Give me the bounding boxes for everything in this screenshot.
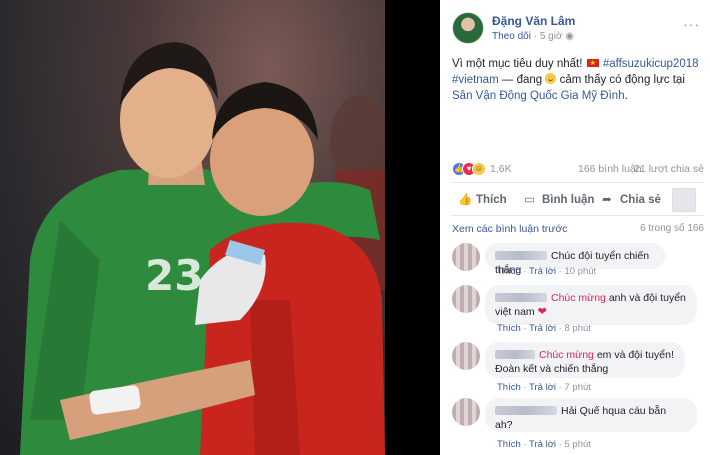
action-bar: 👍 Thích ▭ Bình luận ➦ Chia sẻ bbox=[452, 182, 704, 216]
post-side-panel: Đặng Văn Lâm Theo dõi · 5 giờ ◉ ··· Vì m… bbox=[440, 0, 710, 455]
comment-bubble: Chúc mừng em và đội tuyển! Đoàn kết và c… bbox=[485, 342, 685, 378]
caption-text-1: Vì một mục tiêu duy nhất! bbox=[452, 58, 583, 70]
comment-time: 8 phút bbox=[564, 323, 591, 334]
comment-bubble: Chúc mừng anh và đội tuyển việt nam ❤ bbox=[485, 285, 697, 325]
share-button[interactable]: ➦ Chia sẻ bbox=[602, 192, 661, 206]
comment-actions: Thích · Trả lời · 5 phút bbox=[497, 439, 591, 450]
comment-highlight: Chúc mừng bbox=[539, 349, 594, 361]
comment-actions: Thích · Trả lời · 7 phút bbox=[497, 382, 591, 393]
view-previous-comments-link[interactable]: Xem các bình luận trước bbox=[452, 223, 567, 235]
comment-text-line2: Đoàn kết và chiến thắng bbox=[495, 363, 609, 375]
haha-reaction-icon: ☺ bbox=[472, 162, 486, 176]
comment-like-link[interactable]: Thích bbox=[497, 382, 521, 393]
more-dots-icon[interactable]: ··· bbox=[683, 16, 700, 32]
commenter-avatar[interactable] bbox=[452, 342, 480, 370]
comment-reply-link[interactable]: Trả lời bbox=[529, 439, 556, 450]
post-header: Đặng Văn Lâm Theo dõi · 5 giờ ◉ ··· bbox=[452, 12, 702, 46]
comment-reply-link[interactable]: Trả lời bbox=[529, 382, 556, 393]
comment-text-line2: việt nam bbox=[495, 306, 535, 318]
place-link[interactable]: Sân Vận Động Quốc Gia Mỹ Đình bbox=[452, 90, 625, 102]
commenter-name-redacted bbox=[495, 293, 547, 302]
follow-link[interactable]: Theo dõi bbox=[492, 31, 531, 42]
comment-text: Hải Quế hqua cáu bẵn bbox=[561, 405, 667, 417]
viewer-avatar[interactable] bbox=[672, 188, 696, 212]
share-label: Chia sẻ bbox=[620, 194, 661, 206]
hashtag-affsuzukicup2018[interactable]: #affsuzukicup2018 bbox=[603, 58, 699, 70]
comment-highlight: Chúc mừng bbox=[551, 292, 606, 304]
comment-reply-link[interactable]: Trả lời bbox=[529, 323, 556, 334]
commenter-avatar[interactable] bbox=[452, 398, 480, 426]
comment-label: Bình luận bbox=[542, 194, 595, 206]
comment-text-line2: ah? bbox=[495, 419, 513, 431]
comment-like-link[interactable]: Thích bbox=[497, 266, 521, 277]
vietnam-flag-icon bbox=[586, 56, 599, 72]
comment-time: 5 phút bbox=[564, 439, 591, 450]
reaction-count[interactable]: 1,6K bbox=[490, 163, 512, 175]
commenter-name-redacted bbox=[495, 406, 557, 415]
caption-end: . bbox=[624, 90, 628, 102]
jersey-number: 23 bbox=[145, 251, 203, 300]
comments-shown-count: 6 trong số 166 bbox=[640, 223, 704, 234]
share-count[interactable]: 21 lượt chia sẻ bbox=[634, 163, 704, 175]
photo-viewer-gap bbox=[385, 0, 440, 455]
post-photo[interactable]: 23 bbox=[0, 0, 385, 455]
comment-count[interactable]: 166 bình luận bbox=[578, 163, 642, 175]
comment-like-link[interactable]: Thích bbox=[497, 439, 521, 450]
commenter-avatar[interactable] bbox=[452, 285, 480, 313]
caption-text-3: cảm thấy có động lực tại bbox=[559, 74, 685, 86]
commenter-name-redacted bbox=[495, 350, 535, 359]
author-name[interactable]: Đặng Văn Lâm bbox=[492, 14, 575, 28]
globe-icon: ◉ bbox=[565, 31, 575, 42]
comment-actions: Thích · Trả lời · 8 phút bbox=[497, 323, 591, 334]
players-illustration: 23 bbox=[20, 42, 385, 455]
comment-actions: Thích · Trả lời · 10 phút bbox=[497, 266, 597, 277]
comment-reply-link[interactable]: Trả lời bbox=[529, 266, 556, 277]
comment-bubble: Hải Quế hqua cáu bẵn ah? bbox=[485, 398, 697, 432]
post-caption: Vì một mục tiêu duy nhất! #affsuzukicup2… bbox=[452, 56, 704, 104]
post-stats: 👍 ♥ ☺ 1,6K 166 bình luận 21 lượt chia sẻ bbox=[452, 160, 704, 178]
post-meta: Theo dõi · 5 giờ ◉ bbox=[492, 31, 574, 42]
comment-time: 7 phút bbox=[564, 382, 591, 393]
caption-text-2: — đang bbox=[501, 74, 543, 86]
author-avatar[interactable] bbox=[452, 12, 484, 44]
comment-time: 10 phút bbox=[564, 266, 597, 277]
smiling-emoji-icon bbox=[545, 73, 557, 84]
like-label: Thích bbox=[476, 194, 507, 206]
like-button[interactable]: 👍 Thích bbox=[458, 192, 507, 206]
heart-emoji-icon: ❤ bbox=[537, 306, 547, 318]
comment-like-link[interactable]: Thích bbox=[497, 323, 521, 334]
share-arrow-icon: ➦ bbox=[602, 194, 612, 206]
commenter-name-redacted bbox=[495, 251, 547, 260]
comment-text: em và đội tuyển! bbox=[596, 349, 674, 361]
thumbs-up-icon: 👍 bbox=[458, 194, 473, 206]
speech-bubble-icon: ▭ bbox=[524, 194, 535, 206]
comment-text: anh và đội tuyển bbox=[608, 292, 686, 304]
hashtag-vietnam[interactable]: #vietnam bbox=[452, 74, 499, 86]
commenter-avatar[interactable] bbox=[452, 243, 480, 271]
post-time[interactable]: 5 giờ bbox=[540, 31, 563, 42]
